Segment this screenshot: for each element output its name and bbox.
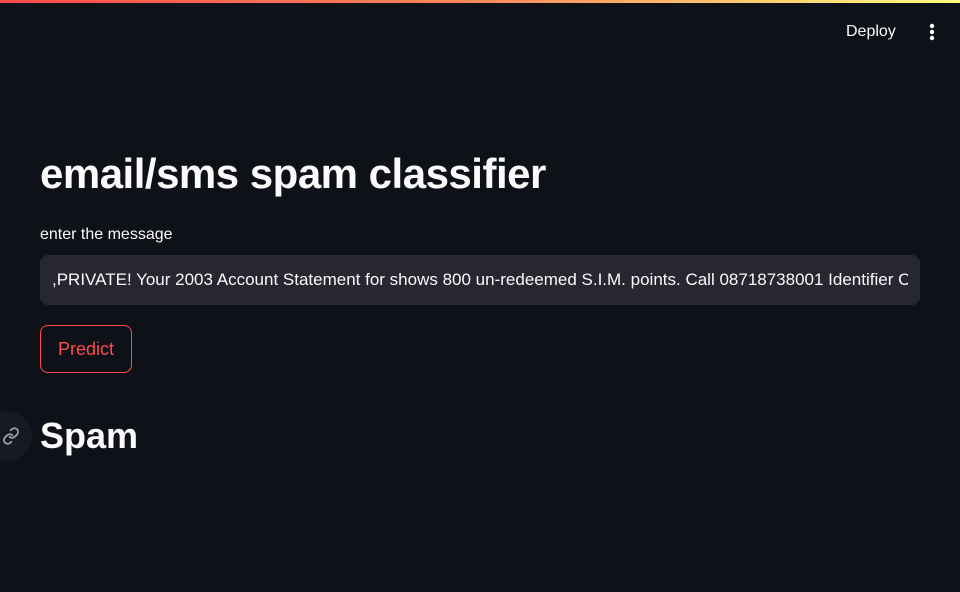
link-icon (3, 427, 19, 445)
main-menu-button[interactable] (918, 18, 946, 46)
header-decoration-bar (0, 0, 960, 3)
deploy-button[interactable]: Deploy (832, 18, 910, 46)
vertical-ellipsis-icon (929, 23, 935, 41)
result-anchor-link[interactable] (0, 411, 32, 461)
predict-button[interactable]: Predict (40, 325, 132, 373)
message-input-label: enter the message (40, 226, 173, 243)
message-input[interactable] (40, 255, 920, 305)
prediction-result-heading: Spam (40, 415, 139, 456)
app-root: Deploy email/sms spam classifier enter t… (0, 0, 960, 592)
page-title: email/sms spam classifier (40, 150, 546, 197)
